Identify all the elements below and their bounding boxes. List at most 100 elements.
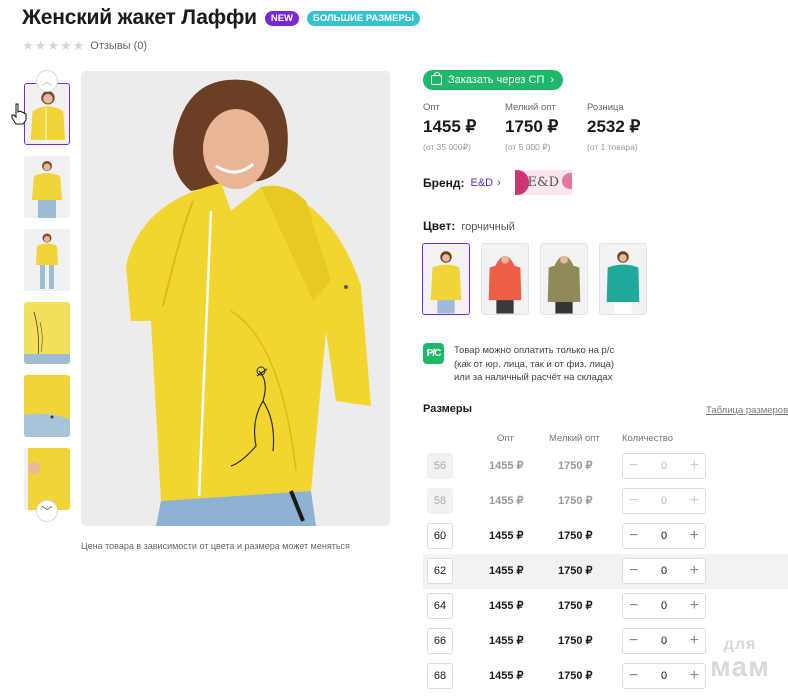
- color-swatches: [422, 243, 647, 315]
- thumbnail-2[interactable]: [24, 156, 70, 218]
- plus-icon[interactable]: +: [690, 598, 699, 614]
- quantity-value[interactable]: 0: [661, 600, 667, 612]
- size-price-small-opt: 1750 ₽: [558, 635, 593, 647]
- price-condition: (от 5 000 ₽): [505, 142, 551, 152]
- thumbnail-3[interactable]: [24, 229, 70, 291]
- size-row: 56 1455 ₽ 1750 ₽ − 0 +: [423, 449, 788, 484]
- price-disclaimer: Цена товара в зависимости от цвета и раз…: [81, 541, 350, 551]
- chevron-right-icon: ›: [550, 74, 555, 86]
- product-title: Женский жакет Лаффи: [22, 6, 257, 29]
- swatch-coral[interactable]: [481, 243, 529, 315]
- size-price-opt: 1455 ₽: [489, 635, 524, 647]
- size-price-opt: 1455 ₽: [489, 600, 524, 612]
- swatch-turquoise[interactable]: [599, 243, 647, 315]
- plus-icon[interactable]: +: [690, 458, 699, 474]
- size-price-small-opt: 1750 ₽: [558, 670, 593, 682]
- col-quantity: Количество: [622, 433, 674, 444]
- plus-icon[interactable]: +: [690, 493, 699, 509]
- main-product-image[interactable]: [81, 71, 390, 526]
- minus-icon[interactable]: −: [629, 458, 638, 474]
- minus-icon[interactable]: −: [629, 493, 638, 509]
- size-label: 56: [427, 453, 453, 479]
- hand-cursor-icon: [11, 103, 27, 125]
- quantity-stepper[interactable]: − 0 +: [622, 488, 706, 514]
- plus-icon[interactable]: +: [690, 563, 699, 579]
- payment-info: Р/С Товар можно оплатить только на р/с (…: [423, 343, 614, 385]
- price-condition: (от 1 товара): [587, 142, 638, 152]
- size-chart-link[interactable]: Таблица размеров: [706, 405, 788, 416]
- chevron-up-icon[interactable]: ︿: [36, 70, 58, 92]
- payment-line: или за наличный расчёт на складах: [454, 372, 613, 383]
- color-row: Цвет: горчичный: [423, 219, 515, 233]
- payment-text: Товар можно оплатить только на р/с (как …: [454, 344, 614, 385]
- quantity-stepper[interactable]: − 0 +: [622, 663, 706, 689]
- watermark-line2: мам: [710, 651, 770, 682]
- price-block: Опт 1455 ₽ (от 35 000₽) Мелкий опт 1750 …: [423, 102, 669, 153]
- price-value: 2532 ₽: [587, 117, 641, 136]
- product-header: Женский жакет Лаффи NEW БОЛЬШИЕ РАЗМЕРЫ: [22, 6, 421, 30]
- price-label: Опт: [423, 102, 440, 113]
- order-via-sp-button[interactable]: Заказать через СП ›: [423, 70, 564, 90]
- plus-icon[interactable]: +: [690, 528, 699, 544]
- size-row: 60 1455 ₽ 1750 ₽ − 0 +: [423, 519, 788, 554]
- star-icon: ★: [22, 38, 34, 53]
- star-icon: ★: [59, 38, 72, 53]
- brand-link[interactable]: E&D ›: [471, 177, 501, 189]
- size-label: 60: [427, 523, 453, 549]
- minus-icon[interactable]: −: [629, 668, 638, 684]
- thumbnail-strip: ︿ ﹀: [22, 70, 72, 524]
- plus-size-badge[interactable]: БОЛЬШИЕ РАЗМЕРЫ: [307, 10, 421, 26]
- star-icon: ★: [72, 38, 85, 53]
- size-label: 66: [427, 628, 453, 654]
- chevron-right-icon: ›: [497, 176, 501, 189]
- quantity-value[interactable]: 0: [661, 565, 667, 577]
- quantity-stepper[interactable]: − 0 +: [622, 558, 706, 584]
- brand-logo[interactable]: E&D: [514, 170, 572, 195]
- new-badge: NEW: [264, 10, 300, 26]
- size-price-opt: 1455 ₽: [489, 495, 524, 507]
- quantity-value[interactable]: 0: [661, 670, 667, 682]
- size-price-small-opt: 1750 ₽: [558, 495, 593, 507]
- minus-icon[interactable]: −: [629, 633, 638, 649]
- thumbnail-1[interactable]: [24, 83, 70, 145]
- color-label: Цвет:: [423, 219, 456, 233]
- quantity-value[interactable]: 0: [661, 495, 667, 507]
- minus-icon[interactable]: −: [629, 528, 638, 544]
- payment-line: (как от юр. лица, так и от физ. лица): [454, 358, 615, 370]
- size-row: 64 1455 ₽ 1750 ₽ − 0 +: [423, 589, 788, 624]
- brand-logo-text: E&D: [527, 175, 560, 190]
- quantity-value[interactable]: 0: [661, 530, 667, 542]
- quantity-value[interactable]: 0: [661, 460, 667, 472]
- brand-label: Бренд:: [423, 175, 465, 190]
- price-label: Мелкий опт: [505, 102, 556, 113]
- swatch-mustard[interactable]: [422, 243, 470, 315]
- quantity-value[interactable]: 0: [661, 635, 667, 647]
- size-price-opt: 1455 ₽: [489, 530, 524, 542]
- reviews-link[interactable]: Отзывы (0): [90, 40, 147, 52]
- size-label: 58: [427, 488, 453, 514]
- watermark-logo: для мам: [700, 637, 780, 681]
- size-price-opt: 1455 ₽: [489, 670, 524, 682]
- brand-row: Бренд: E&D › E&D: [423, 170, 572, 195]
- chevron-down-icon[interactable]: ﹀: [36, 500, 58, 522]
- plus-icon[interactable]: +: [690, 633, 699, 649]
- plus-icon[interactable]: +: [690, 668, 699, 684]
- minus-icon[interactable]: −: [629, 598, 638, 614]
- product-photo: [81, 71, 390, 526]
- size-price-opt: 1455 ₽: [489, 460, 524, 472]
- quantity-stepper[interactable]: − 0 +: [622, 593, 706, 619]
- minus-icon[interactable]: −: [629, 563, 638, 579]
- price-small-wholesale: Мелкий опт 1750 ₽ (от 5 000 ₽): [505, 102, 587, 153]
- quantity-stepper[interactable]: − 0 +: [622, 523, 706, 549]
- swatch-khaki[interactable]: [540, 243, 588, 315]
- quantity-stepper[interactable]: − 0 +: [622, 628, 706, 654]
- thumbnail-4[interactable]: [24, 302, 70, 364]
- size-price-opt: 1455 ₽: [489, 565, 524, 577]
- sizes-title: Размеры: [423, 403, 473, 415]
- order-button-label: Заказать через СП: [448, 74, 545, 86]
- thumbnail-5[interactable]: [24, 375, 70, 437]
- size-price-small-opt: 1750 ₽: [558, 460, 593, 472]
- quantity-stepper[interactable]: − 0 +: [622, 453, 706, 479]
- size-row: 62 1455 ₽ 1750 ₽ − 0 +: [423, 554, 788, 589]
- size-price-small-opt: 1750 ₽: [558, 600, 593, 612]
